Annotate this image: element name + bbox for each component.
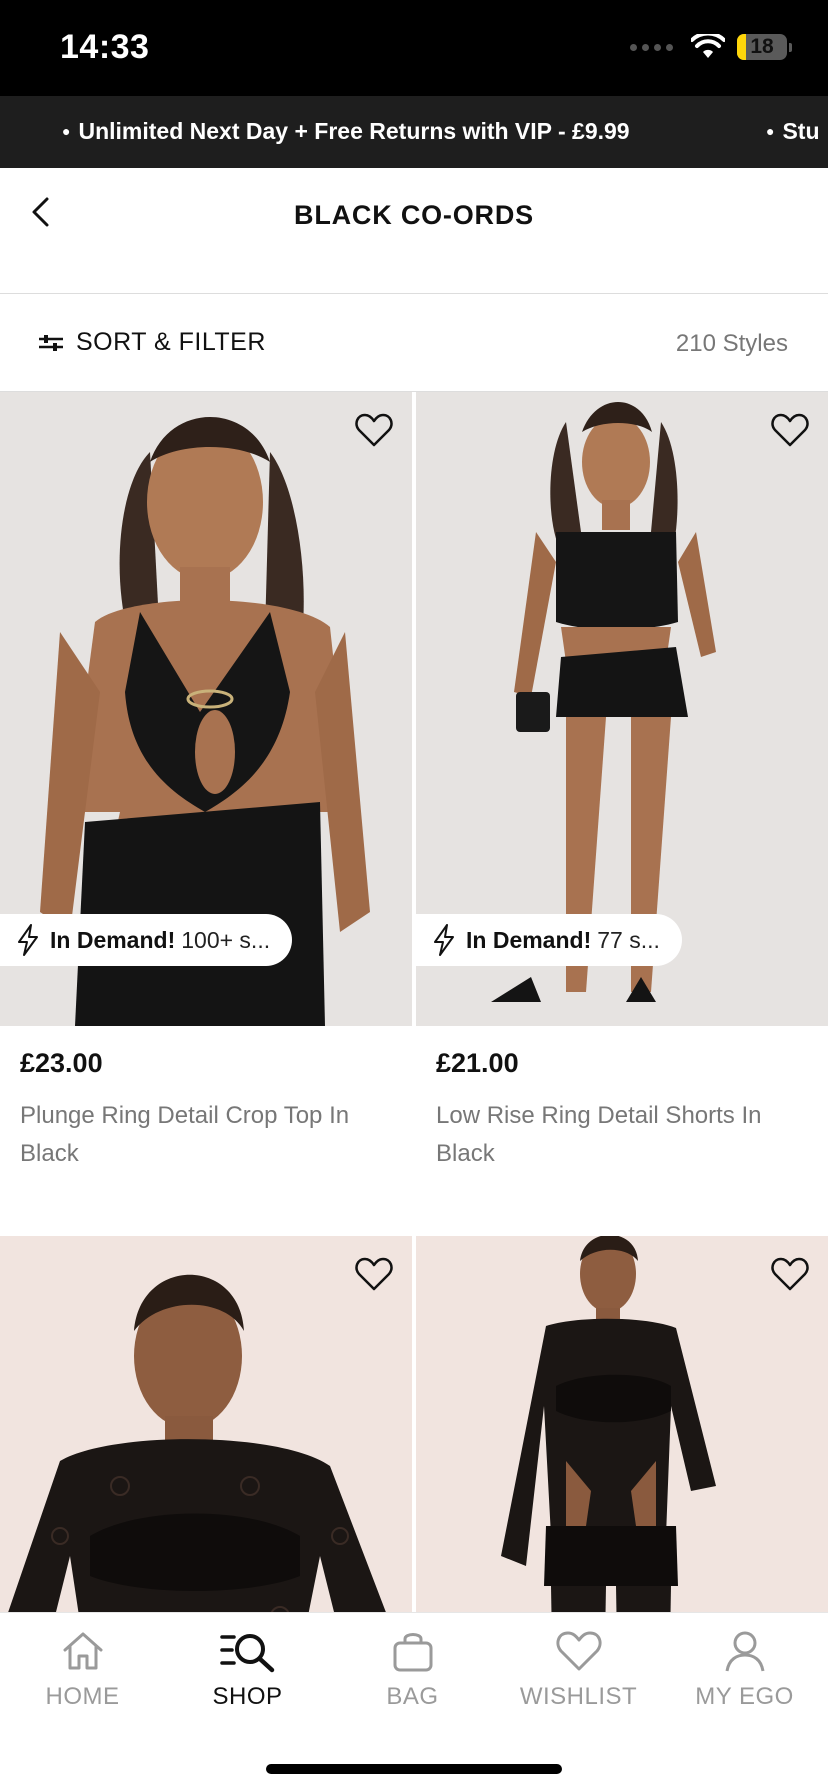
status-time: 14:33 xyxy=(60,28,150,66)
sliders-icon xyxy=(39,334,63,351)
status-bar: 14:33 18 xyxy=(0,0,828,96)
battery-tip xyxy=(789,42,792,52)
product-card[interactable]: In Demand! 77 s... £21.00 Low Rise Ring … xyxy=(416,392,828,1173)
tab-label: MY EGO xyxy=(695,1683,794,1710)
in-demand-badge: In Demand! 77 s... xyxy=(416,914,682,966)
home-indicator[interactable] xyxy=(266,1764,562,1774)
product-card[interactable] xyxy=(416,1236,828,1612)
tab-shop[interactable]: SHOP xyxy=(165,1627,330,1711)
tab-label: BAG xyxy=(386,1683,439,1710)
sort-filter-button[interactable]: SORT & FILTER xyxy=(38,328,266,357)
style-count: 210 Styles xyxy=(675,330,788,357)
tab-my-ego[interactable]: MY EGO xyxy=(662,1627,827,1711)
lightning-icon xyxy=(16,924,40,956)
battery-fill xyxy=(737,34,746,60)
battery-icon: 18 xyxy=(737,34,787,60)
filter-bar: SORT & FILTER 210 Styles xyxy=(0,294,828,392)
bottom-tab-bar: HOME SHOP BAG WISHLIST MY EGO xyxy=(0,1612,828,1792)
heart-outline-icon xyxy=(355,1257,393,1291)
product-image[interactable] xyxy=(416,1236,828,1612)
lightning-icon xyxy=(432,924,456,956)
home-icon xyxy=(61,1627,105,1675)
badge-title: In Demand! xyxy=(50,926,176,953)
tab-label: HOME xyxy=(45,1683,120,1710)
product-image[interactable]: In Demand! 77 s... xyxy=(416,392,828,1026)
product-photo xyxy=(501,1236,716,1612)
wifi-icon xyxy=(691,34,725,58)
wishlist-button[interactable] xyxy=(768,410,812,450)
wishlist-button[interactable] xyxy=(768,1254,812,1294)
tab-label: SHOP xyxy=(212,1683,283,1710)
product-card[interactable]: In Demand! 100+ s... £23.00 Plunge Ring … xyxy=(0,392,412,1173)
heart-outline-icon xyxy=(355,413,393,447)
product-card[interactable] xyxy=(0,1236,412,1612)
product-price: £21.00 xyxy=(436,1048,519,1078)
badge-title: In Demand! xyxy=(466,926,592,953)
promo-message-next[interactable]: Stu xyxy=(766,118,819,145)
battery-level: 18 xyxy=(750,35,774,58)
product-image[interactable]: In Demand! 100+ s... xyxy=(0,392,412,1026)
product-name[interactable]: Low Rise Ring Detail Shorts In Black xyxy=(436,1097,808,1173)
badge-detail: 77 s... xyxy=(597,926,660,953)
tab-wishlist[interactable]: WISHLIST xyxy=(496,1627,661,1711)
product-photo xyxy=(8,1274,386,1612)
person-icon xyxy=(723,1627,767,1675)
product-name[interactable]: Plunge Ring Detail Crop Top In Black xyxy=(20,1097,392,1173)
search-list-icon xyxy=(219,1627,276,1675)
tab-bag[interactable]: BAG xyxy=(330,1627,495,1711)
page-title: BLACK CO-ORDS xyxy=(294,200,534,230)
page-header: BLACK CO-ORDS xyxy=(0,168,828,294)
tab-label: WISHLIST xyxy=(519,1683,638,1710)
badge-detail: 100+ s... xyxy=(181,926,271,953)
bag-icon xyxy=(391,1627,435,1675)
wishlist-button[interactable] xyxy=(352,410,396,450)
sort-filter-label[interactable]: SORT & FILTER xyxy=(76,328,266,357)
heart-icon xyxy=(555,1627,603,1675)
cellular-signal-icon xyxy=(630,43,673,51)
tab-home[interactable]: HOME xyxy=(0,1627,165,1711)
product-image[interactable] xyxy=(0,1236,412,1612)
heart-outline-icon xyxy=(771,413,809,447)
heart-outline-icon xyxy=(771,1257,809,1291)
promo-banner[interactable]: Unlimited Next Day + Free Returns with V… xyxy=(0,96,828,168)
in-demand-badge: In Demand! 100+ s... xyxy=(0,914,293,966)
product-grid: In Demand! 100+ s... £23.00 Plunge Ring … xyxy=(0,392,828,1612)
promo-message[interactable]: Unlimited Next Day + Free Returns with V… xyxy=(62,118,629,145)
wishlist-button[interactable] xyxy=(352,1254,396,1294)
product-price: £23.00 xyxy=(20,1048,103,1078)
status-indicators: 18 xyxy=(630,34,792,60)
